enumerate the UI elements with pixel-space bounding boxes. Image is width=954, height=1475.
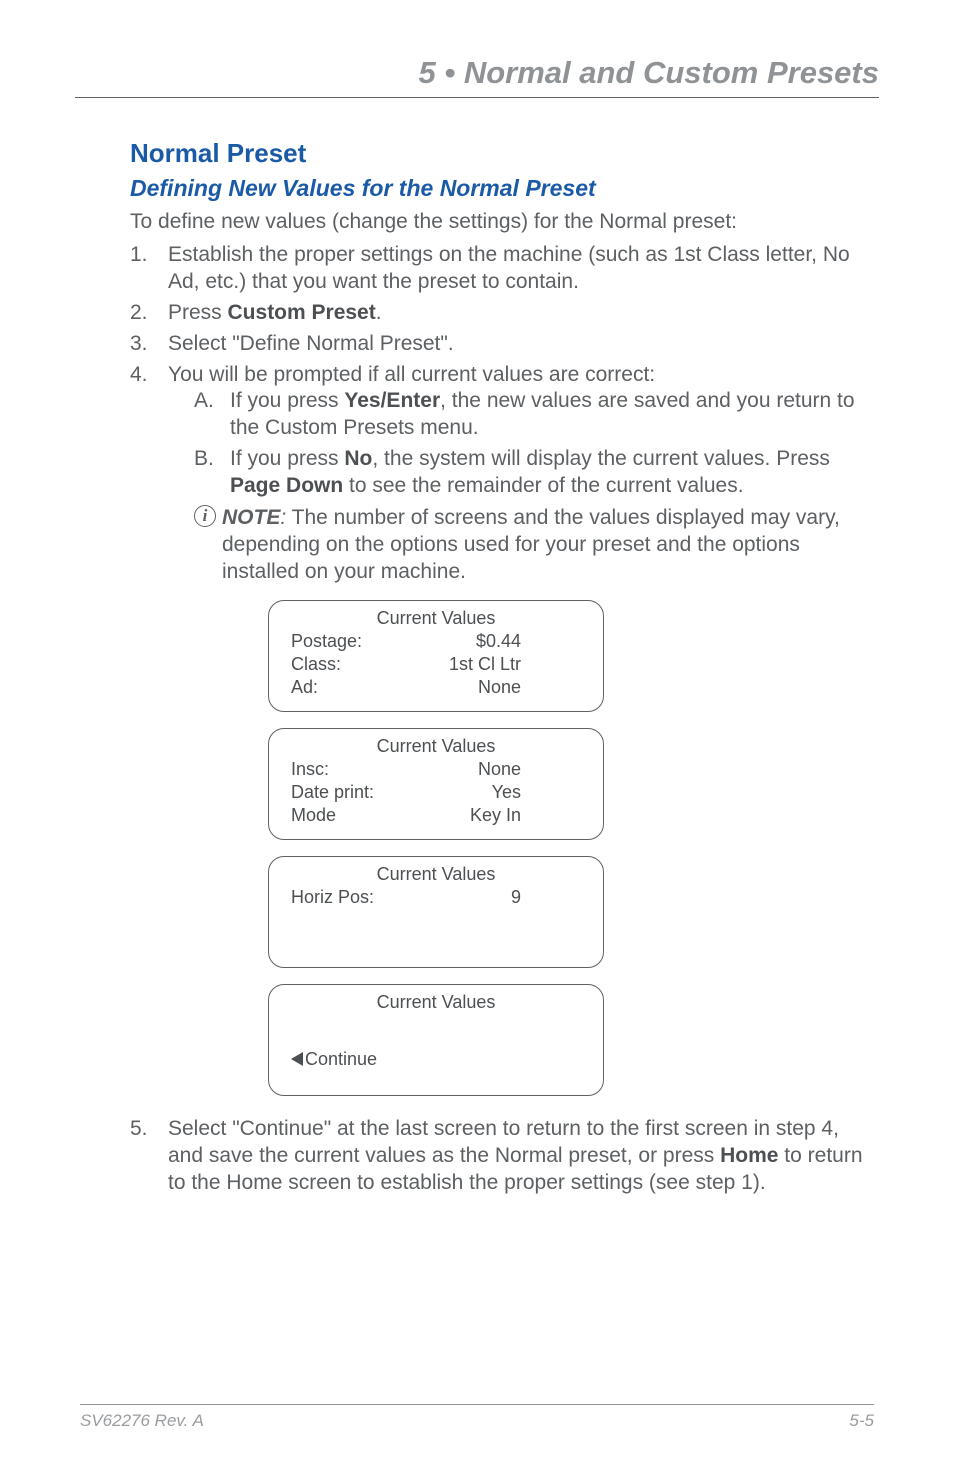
- row-value: Key In: [406, 804, 521, 827]
- chapter-title: 5 • Normal and Custom Presets: [75, 55, 879, 91]
- step-body: Select "Continue" at the last screen to …: [168, 1116, 879, 1197]
- row-label: Date print:: [291, 781, 406, 804]
- row-label: Horiz Pos:: [291, 886, 406, 909]
- step-3: 3. Select "Define Normal Preset".: [130, 331, 879, 358]
- section-title: Normal Preset: [130, 138, 879, 169]
- screen-4: Current Values Continue: [268, 984, 604, 1096]
- footer-rule: [80, 1404, 874, 1405]
- row-label: Ad:: [291, 676, 406, 699]
- bold-text: Yes/Enter: [344, 389, 440, 412]
- text: to see the remainder of the current valu…: [343, 474, 743, 497]
- substep-letter: B.: [194, 446, 230, 500]
- screen-row: Class:1st Cl Ltr: [291, 653, 581, 676]
- content-area: Normal Preset Defining New Values for th…: [75, 138, 879, 1196]
- note: i NOTE: The number of screens and the va…: [194, 504, 879, 586]
- continue-row: Continue: [291, 1014, 581, 1071]
- substep-list: A. If you press Yes/Enter, the new value…: [168, 388, 879, 585]
- step-number: 1.: [130, 242, 168, 296]
- step-number: 2.: [130, 300, 168, 327]
- screen-row: Horiz Pos:9: [291, 886, 581, 909]
- row-value: None: [406, 676, 521, 699]
- text: If you press: [230, 447, 344, 470]
- footer-left: SV62276 Rev. A: [80, 1411, 204, 1431]
- row-value: 1st Cl Ltr: [406, 653, 521, 676]
- screen-row: Postage:$0.44: [291, 630, 581, 653]
- substep-b: B. If you press No, the system will disp…: [194, 446, 879, 500]
- step-1: 1. Establish the proper settings on the …: [130, 242, 879, 296]
- screen-1: Current Values Postage:$0.44 Class:1st C…: [268, 600, 604, 712]
- screen-row: ModeKey In: [291, 804, 581, 827]
- substep-body: If you press No, the system will display…: [230, 446, 879, 500]
- footer-right: 5-5: [849, 1411, 874, 1431]
- info-icon: i: [194, 505, 216, 527]
- intro-text: To define new values (change the setting…: [130, 210, 879, 234]
- step-4: 4. You will be prompted if all current v…: [130, 362, 879, 1112]
- step-number: 5.: [130, 1116, 168, 1197]
- step-body: Press Custom Preset.: [168, 300, 879, 327]
- step-2: 2. Press Custom Preset.: [130, 300, 879, 327]
- row-value: None: [406, 758, 521, 781]
- subsection-title: Defining New Values for the Normal Prese…: [130, 175, 879, 202]
- screen-row: Insc:None: [291, 758, 581, 781]
- screen-row: Ad:None: [291, 676, 581, 699]
- screen-header: Current Values: [291, 991, 581, 1014]
- bold-text: Page Down: [230, 474, 343, 497]
- text: Press: [168, 301, 228, 324]
- step-text: You will be prompted if all current valu…: [168, 362, 879, 389]
- step-number: 4.: [130, 362, 168, 1112]
- bold-text: Custom Preset: [228, 301, 376, 324]
- row-label: Class:: [291, 653, 406, 676]
- step-body: You will be prompted if all current valu…: [168, 362, 879, 1112]
- footer-row: SV62276 Rev. A 5-5: [80, 1411, 874, 1431]
- triangle-left-icon: [291, 1052, 303, 1066]
- substep-body: If you press Yes/Enter, the new values a…: [230, 388, 879, 442]
- row-label: Mode: [291, 804, 406, 827]
- step-body: Establish the proper settings on the mac…: [168, 242, 879, 296]
- row-label: Postage:: [291, 630, 406, 653]
- screen-header: Current Values: [291, 735, 581, 758]
- bold-text: Home: [720, 1144, 778, 1167]
- screen-header: Current Values: [291, 863, 581, 886]
- continue-label: Continue: [305, 1048, 377, 1071]
- row-value: 9: [406, 886, 521, 909]
- row-value: $0.44: [406, 630, 521, 653]
- screen-row: Date print:Yes: [291, 781, 581, 804]
- step-number: 3.: [130, 331, 168, 358]
- screen-examples: Current Values Postage:$0.44 Class:1st C…: [268, 600, 879, 1096]
- bold-text: No: [344, 447, 372, 470]
- note-label: NOTE: [222, 506, 280, 529]
- note-body: NOTE: The number of screens and the valu…: [222, 504, 879, 586]
- row-label: Insc:: [291, 758, 406, 781]
- substep-a: A. If you press Yes/Enter, the new value…: [194, 388, 879, 442]
- substep-letter: A.: [194, 388, 230, 442]
- screen-2: Current Values Insc:None Date print:Yes …: [268, 728, 604, 840]
- text: If you press: [230, 389, 344, 412]
- title-rule: [75, 97, 879, 98]
- step-5: 5. Select "Continue" at the last screen …: [130, 1116, 879, 1197]
- page-footer: SV62276 Rev. A 5-5: [80, 1404, 874, 1431]
- row-value: Yes: [406, 781, 521, 804]
- step-body: Select "Define Normal Preset".: [168, 331, 879, 358]
- screen-3: Current Values Horiz Pos:9: [268, 856, 604, 968]
- note-text: The number of screens and the values dis…: [222, 506, 840, 584]
- text: .: [376, 301, 382, 324]
- screen-header: Current Values: [291, 607, 581, 630]
- text: , the system will display the current va…: [372, 447, 830, 470]
